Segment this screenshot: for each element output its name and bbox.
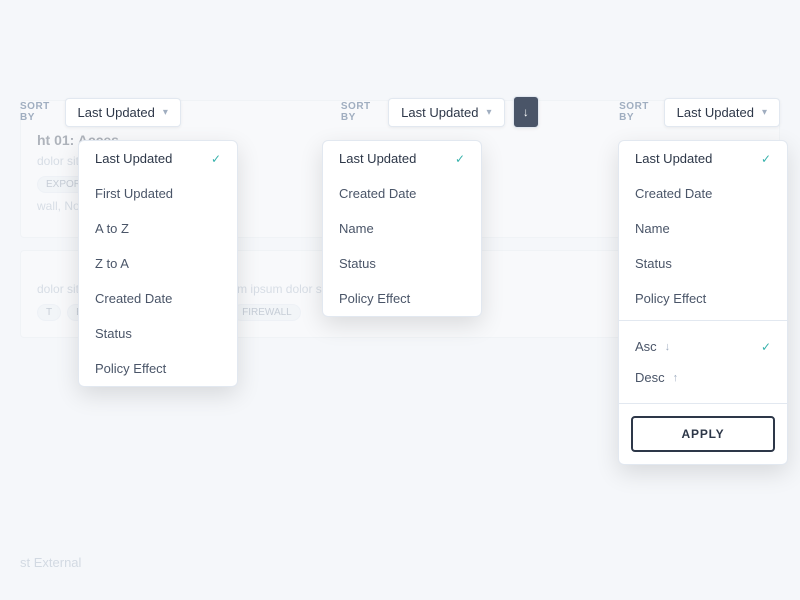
chevron-down-icon-2: ▾ [487, 107, 492, 118]
dropdown-item-label: Policy Effect [339, 291, 410, 306]
dropdown-menu-2: Last Updated ✓ Created Date Name Status … [322, 140, 482, 317]
sort-direction-button[interactable]: ↓ [513, 96, 540, 128]
dropdown-item-created-date-3[interactable]: Created Date [619, 176, 787, 211]
arrow-up-icon: ↑ [673, 372, 679, 384]
dropdown-item-label: A to Z [95, 221, 129, 236]
check-icon-2: ✓ [455, 152, 465, 166]
dropdown-item-last-updated-3[interactable]: Last Updated ✓ [619, 141, 787, 176]
dropdown-item-policy-effect-3[interactable]: Policy Effect [619, 281, 787, 316]
dropdown-item-label: Status [339, 256, 376, 271]
divider-1 [619, 320, 787, 321]
dropdown-item-label: First Updated [95, 186, 173, 201]
order-desc-label: Desc [635, 370, 665, 385]
sort-bar: SORT BY Last Updated ▾ SORT BY Last Upda… [0, 96, 800, 128]
dropdown-item-label: Status [95, 326, 132, 341]
sort-label-3: SORT BY [619, 101, 656, 123]
check-icon-3: ✓ [761, 152, 771, 166]
dropdown-item-last-updated-1[interactable]: Last Updated ✓ [79, 141, 237, 176]
order-asc-label: Asc [635, 339, 657, 354]
sort-label-2: SORT BY [341, 101, 380, 123]
sort-value-3: Last Updated [677, 105, 754, 120]
dropdown-item-created-date-1[interactable]: Created Date [79, 281, 237, 316]
dropdown-item-label: Created Date [95, 291, 172, 306]
dropdown-item-label: Created Date [635, 186, 712, 201]
dropdown-item-label: Z to A [95, 256, 129, 271]
dropdown-item-label: Created Date [339, 186, 416, 201]
check-icon-1: ✓ [211, 152, 221, 166]
dropdown-item-created-date-2[interactable]: Created Date [323, 176, 481, 211]
bg-tag-firewall-2: FIREWALL [233, 304, 301, 321]
dropdown-item-label: Name [635, 221, 670, 236]
sort-group-2: SORT BY Last Updated ▾ ↓ [341, 96, 539, 128]
dropdown-item-name-2[interactable]: Name [323, 211, 481, 246]
sort-direction-icon: ↓ [523, 105, 529, 119]
dropdown-item-status-3[interactable]: Status [619, 246, 787, 281]
sort-value-2: Last Updated [401, 105, 478, 120]
dropdown-item-name-3[interactable]: Name [619, 211, 787, 246]
chevron-down-icon-3: ▾ [762, 107, 767, 118]
order-item-asc[interactable]: Asc ↓ ✓ [619, 331, 787, 362]
asc-check-icon: ✓ [761, 340, 771, 354]
dropdown-item-label: Last Updated [339, 151, 416, 166]
arrow-down-icon: ↓ [665, 341, 671, 353]
dropdown-menu-1: Last Updated ✓ First Updated A to Z Z to… [78, 140, 238, 387]
dropdown-item-label: Last Updated [95, 151, 172, 166]
dropdown-2: Last Updated ✓ Created Date Name Status … [322, 140, 482, 317]
sort-value-1: Last Updated [78, 105, 155, 120]
dropdown-3: Last Updated ✓ Created Date Name Status … [618, 140, 788, 465]
sort-group-1: SORT BY Last Updated ▾ [20, 98, 181, 127]
dropdown-item-status-1[interactable]: Status [79, 316, 237, 351]
dropdown-item-label: Policy Effect [95, 361, 166, 376]
bg-list-external: st External [20, 555, 81, 570]
sort-group-3: SORT BY Last Updated ▾ [619, 98, 780, 127]
sort-button-3[interactable]: Last Updated ▾ [664, 98, 780, 127]
dropdown-item-a-to-z[interactable]: A to Z [79, 211, 237, 246]
order-section: Asc ↓ ✓ Desc ↑ [619, 325, 787, 399]
dropdown-item-last-updated-2[interactable]: Last Updated ✓ [323, 141, 481, 176]
dropdown-item-label: Last Updated [635, 151, 712, 166]
sort-button-2[interactable]: Last Updated ▾ [388, 98, 504, 127]
dropdown-item-policy-effect-2[interactable]: Policy Effect [323, 281, 481, 316]
bg-tag-t: T [37, 304, 61, 321]
dropdown-item-label: Status [635, 256, 672, 271]
dropdown-1: Last Updated ✓ First Updated A to Z Z to… [78, 140, 238, 387]
sort-label-1: SORT BY [20, 101, 57, 123]
dropdown-item-first-updated[interactable]: First Updated [79, 176, 237, 211]
dropdown-item-policy-effect-1[interactable]: Policy Effect [79, 351, 237, 386]
sort-button-1[interactable]: Last Updated ▾ [65, 98, 181, 127]
apply-button[interactable]: APPLY [631, 416, 775, 452]
dropdown-item-label: Policy Effect [635, 291, 706, 306]
dropdown-menu-3: Last Updated ✓ Created Date Name Status … [618, 140, 788, 465]
divider-2 [619, 403, 787, 404]
order-item-desc[interactable]: Desc ↑ [619, 362, 787, 393]
dropdown-item-z-to-a[interactable]: Z to A [79, 246, 237, 281]
dropdown-item-label: Name [339, 221, 374, 236]
dropdown-item-status-2[interactable]: Status [323, 246, 481, 281]
chevron-down-icon-1: ▾ [163, 107, 168, 118]
